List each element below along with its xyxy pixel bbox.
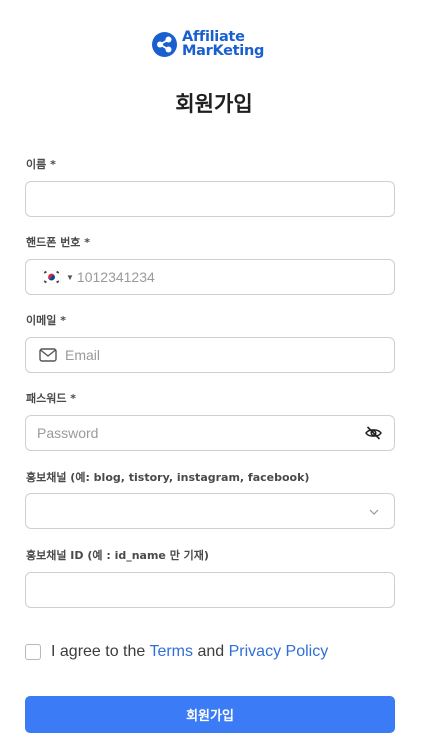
email-label: 이메일 * bbox=[26, 314, 66, 327]
channel-id-field[interactable] bbox=[25, 572, 395, 608]
agree-text: I agree to the Terms and Privacy Policy bbox=[51, 643, 328, 661]
phone-field[interactable]: ▼ bbox=[25, 259, 395, 295]
agree-checkbox[interactable] bbox=[25, 644, 41, 660]
country-dropdown-caret-icon[interactable]: ▼ bbox=[66, 273, 74, 282]
agree-and: and bbox=[197, 643, 225, 660]
eye-off-icon[interactable] bbox=[365, 426, 382, 440]
email-field[interactable] bbox=[25, 337, 395, 373]
terms-agreement: I agree to the Terms and Privacy Policy bbox=[25, 643, 328, 661]
privacy-policy-link[interactable]: Privacy Policy bbox=[229, 643, 329, 660]
page-title: 회원가입 bbox=[175, 92, 253, 116]
signup-submit-button[interactable]: 회원가입 bbox=[25, 696, 395, 733]
name-field[interactable] bbox=[25, 181, 395, 217]
channel-select[interactable] bbox=[25, 493, 395, 529]
brand-logo: Affiliate MarKeting bbox=[152, 30, 264, 58]
password-label: 패스워드 * bbox=[26, 392, 77, 405]
terms-link[interactable]: Terms bbox=[149, 643, 193, 660]
brand-line-1: Affiliate bbox=[182, 29, 245, 45]
channel-label: 홍보채널 (예: blog, tistory, instagram, faceb… bbox=[26, 471, 310, 484]
name-label: 이름 * bbox=[26, 158, 56, 171]
korea-flag-icon[interactable] bbox=[41, 269, 62, 285]
phone-input[interactable] bbox=[76, 260, 394, 294]
password-input[interactable] bbox=[26, 416, 365, 450]
channel-id-label: 홍보채널 ID (예 : id_name 만 기재) bbox=[26, 549, 209, 562]
chevron-down-icon[interactable] bbox=[368, 506, 380, 518]
brand-name: Affiliate MarKeting bbox=[182, 29, 265, 59]
agree-prefix: I agree to the bbox=[51, 643, 146, 660]
email-input[interactable] bbox=[65, 338, 394, 372]
password-field[interactable] bbox=[25, 415, 395, 451]
share-nodes-icon bbox=[152, 31, 177, 57]
name-input[interactable] bbox=[26, 182, 394, 216]
mail-icon bbox=[39, 348, 57, 362]
phone-label: 핸드폰 번호 * bbox=[26, 236, 91, 249]
brand-line-2: MarKeting bbox=[182, 43, 265, 59]
channel-id-input[interactable] bbox=[26, 573, 394, 607]
